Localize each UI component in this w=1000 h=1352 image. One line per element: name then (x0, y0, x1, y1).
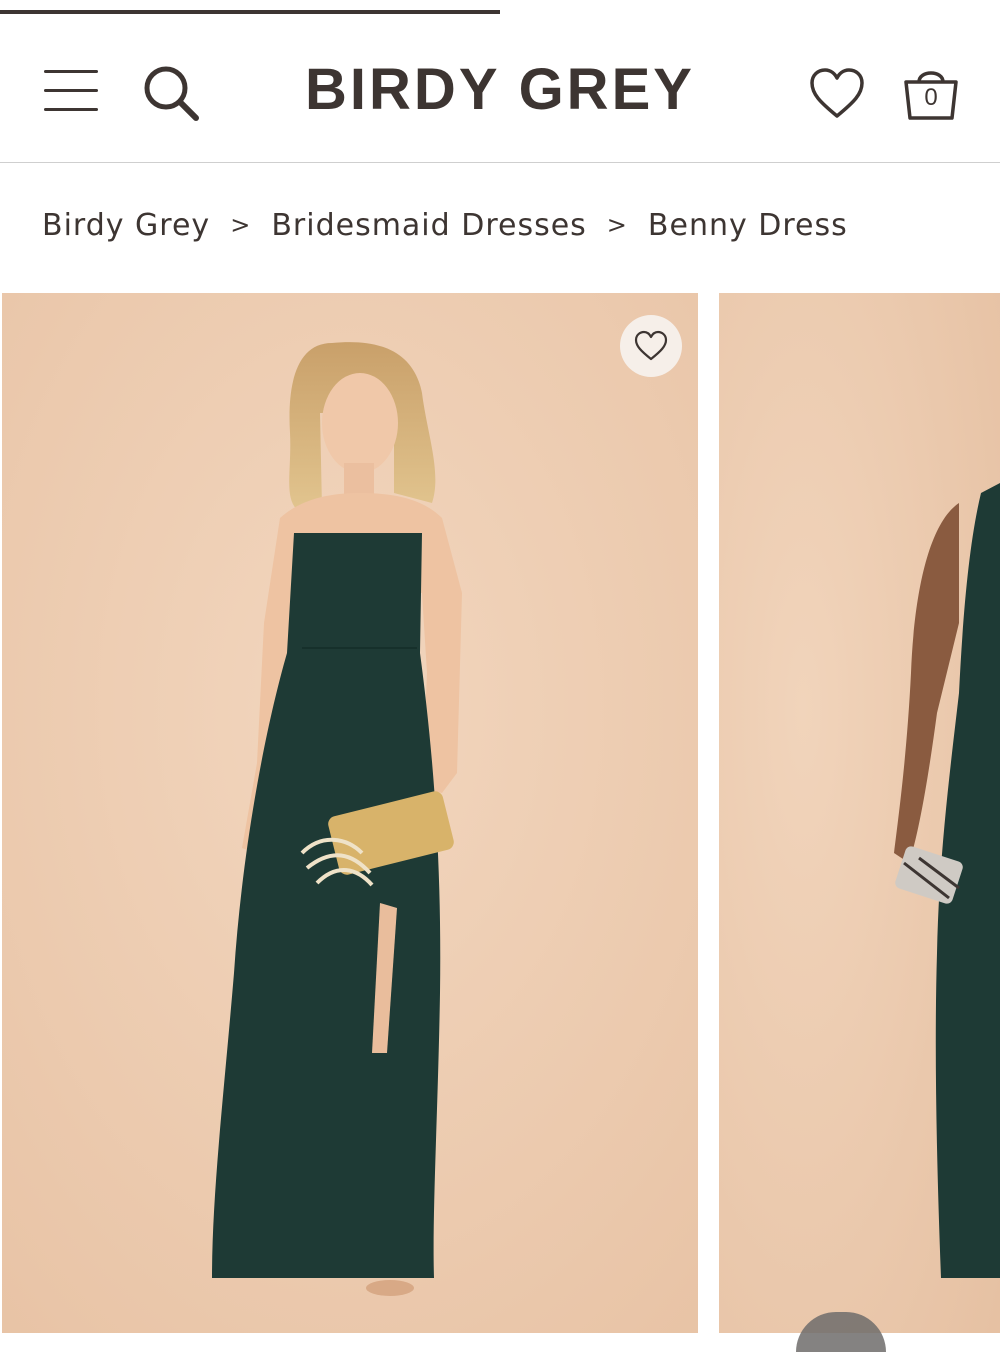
heart-icon (634, 330, 668, 361)
heart-icon (810, 68, 864, 118)
breadcrumb: Birdy Grey > Bridesmaid Dresses > Benny Dres… (42, 208, 848, 243)
site-header: BIRDY GREY 0 (0, 14, 1000, 163)
breadcrumb-bridesmaid-dresses[interactable]: Bridesmaid Dresses (271, 208, 586, 243)
wishlist-button[interactable] (808, 66, 866, 122)
product-photo (2, 293, 698, 1333)
breadcrumb-current: Benny Dress (647, 208, 848, 243)
page-load-progress (0, 0, 1000, 14)
favorite-button[interactable] (620, 315, 682, 377)
breadcrumb-separator: > (606, 211, 628, 239)
breadcrumb-separator: > (230, 211, 252, 239)
cart-count-badge: 0 (924, 84, 938, 111)
product-image-1[interactable] (2, 293, 698, 1333)
product-image-2[interactable] (719, 293, 1000, 1333)
product-image-carousel[interactable] (0, 293, 1000, 1333)
cart-button[interactable]: 0 (900, 62, 962, 124)
product-photo (719, 293, 1000, 1333)
breadcrumb-home[interactable]: Birdy Grey (42, 208, 210, 243)
